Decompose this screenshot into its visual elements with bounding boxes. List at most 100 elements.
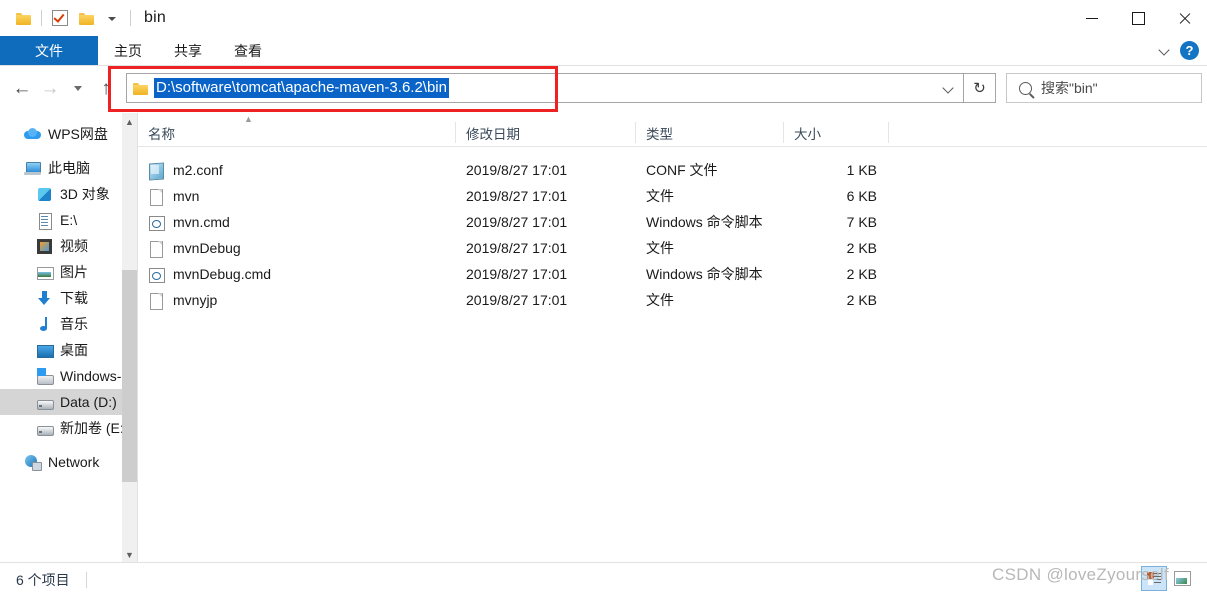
table-row[interactable]: mvn.cmd 2019/8/27 17:01 Windows 命令脚本 7 K… [138,209,1207,235]
file-size: 2 KB [846,292,877,308]
picture-icon [36,264,54,281]
file-name-cell[interactable]: mvnDebug.cmd [138,266,456,283]
drive-icon [36,394,54,411]
table-row[interactable]: mvnDebug 2019/8/27 17:01 文件 2 KB [138,235,1207,261]
sidebar-item-e-drive[interactable]: E:\ [0,207,137,233]
folder-icon [133,82,148,95]
file-size: 2 KB [846,266,877,282]
scroll-down-icon[interactable]: ▼ [122,546,137,563]
sidebar-item-music[interactable]: 音乐 [0,311,137,337]
table-row[interactable]: mvnyjp 2019/8/27 17:01 文件 2 KB [138,287,1207,313]
drive-icon [36,420,54,437]
file-size: 7 KB [846,214,877,230]
watermark: CSDN @loveZyourself [992,565,1169,584]
table-row[interactable]: m2.conf 2019/8/27 17:01 CONF 文件 1 KB [138,157,1207,183]
file-type: 文件 [646,292,674,308]
cmd-script-icon [148,266,165,283]
file-list-pane: ▲ 名称 修改日期 类型 大小 m2.conf 2019/8/27 17:01 … [137,113,1207,563]
table-row[interactable]: mvnDebug.cmd 2019/8/27 17:01 Windows 命令脚… [138,261,1207,287]
column-header-date[interactable]: 修改日期 [456,122,636,143]
help-button[interactable]: ? [1180,41,1199,60]
file-name-cell[interactable]: mvnyjp [138,292,456,310]
forward-button[interactable]: → [36,74,64,102]
scroll-up-icon[interactable]: ▲ [122,113,137,130]
sidebar-item-downloads[interactable]: 下载 [0,285,137,311]
plain-file-icon [148,240,164,258]
file-name: mvnyjp [173,292,218,308]
search-input[interactable]: 搜索"bin" [1041,78,1098,98]
refresh-icon: ↻ [973,80,986,97]
file-name: mvnDebug.cmd [173,266,272,282]
address-dropdown-button[interactable] [937,83,959,94]
sidebar-item-this-pc[interactable]: 此电脑 [0,155,137,181]
sidebar-item-label: 下载 [60,290,88,306]
file-name-cell[interactable]: m2.conf [138,162,456,179]
chevron-down-icon[interactable] [1159,45,1170,56]
sidebar-item-videos[interactable]: 视频 [0,233,137,259]
column-header-type[interactable]: 类型 [636,122,784,143]
windows-drive-icon [36,367,54,385]
large-icons-view-button[interactable] [1169,566,1195,591]
sidebar-item-label: 视频 [60,238,88,254]
chevron-down-icon [943,83,954,94]
sidebar-item-data-d[interactable]: Data (D:) [0,389,137,415]
sidebar-item-new-volume-e[interactable]: 新加卷 (E:) [0,415,137,441]
file-date: 2019/8/27 17:01 [466,266,568,282]
sidebar-scrollbar[interactable]: ▲ ▼ [122,113,137,563]
sidebar-item-label: 图片 [60,264,88,280]
file-name-cell[interactable]: mvn [138,188,456,206]
back-button[interactable]: ← [8,74,36,102]
sidebar-item-windows-drive[interactable]: Windows- [0,363,137,389]
column-header-name[interactable]: 名称 [138,122,456,143]
sidebar-item-network[interactable]: Network [0,449,137,475]
divider [130,10,131,26]
sidebar-item-pictures[interactable]: 图片 [0,259,137,285]
up-button[interactable]: ↑ [92,74,120,102]
maximize-button[interactable] [1115,0,1161,36]
column-header-size[interactable]: 大小 [784,122,889,143]
sidebar-item-3d-objects[interactable]: 3D 对象 [0,181,137,207]
sidebar-item-wps[interactable]: WPS网盘 [0,121,137,147]
file-explorer-window: bin 文件 主页 共享 查看 ? ← → ↑ D:\software\tomc… [0,0,1207,596]
tab-share[interactable]: 共享 [158,36,218,65]
customize-caret-icon[interactable] [99,5,125,31]
column-headers: 名称 修改日期 类型 大小 [138,119,1207,147]
sidebar-item-label: Network [48,454,100,470]
refresh-button[interactable]: ↻ [964,73,996,103]
folder-icon[interactable] [10,5,36,31]
table-row[interactable]: mvn 2019/8/27 17:01 文件 6 KB [138,183,1207,209]
address-bar[interactable]: D:\software\tomcat\apache-maven-3.6.2\bi… [126,73,964,103]
file-name: mvn [173,188,200,204]
plain-file-icon [148,188,164,206]
sidebar-item-label: 新加卷 (E:) [60,420,129,436]
large-icons-view-icon [1173,571,1191,586]
file-type: 文件 [646,188,674,204]
file-name: m2.conf [173,162,223,178]
scroll-thumb[interactable] [122,270,137,482]
file-name-cell[interactable]: mvnDebug [138,240,456,258]
sidebar-item-label: 3D 对象 [60,186,110,202]
recent-locations-button[interactable] [64,74,92,102]
title-bar: bin [0,0,1207,36]
file-date: 2019/8/27 17:01 [466,214,568,230]
tab-home[interactable]: 主页 [98,36,158,65]
file-name-cell[interactable]: mvn.cmd [138,214,456,231]
tab-file[interactable]: 文件 [0,36,98,65]
close-button[interactable] [1161,0,1207,36]
search-box[interactable]: 搜索"bin" [1006,73,1202,103]
new-folder-icon[interactable] [73,5,99,31]
sidebar-item-label: 此电脑 [48,160,90,176]
video-icon [36,238,53,255]
up-arrow-icon: ↑ [101,77,111,99]
forward-arrow-icon: → [40,77,60,99]
tab-view[interactable]: 查看 [218,36,278,65]
quick-access-toolbar [0,5,136,31]
address-input[interactable]: D:\software\tomcat\apache-maven-3.6.2\bi… [154,78,449,98]
minimize-button[interactable] [1069,0,1115,36]
sidebar-item-desktop[interactable]: 桌面 [0,337,137,363]
document-icon [36,212,53,230]
divider [41,10,42,26]
file-size: 1 KB [846,162,877,178]
scroll-track[interactable] [122,130,137,546]
properties-checkbox-icon[interactable] [47,5,73,31]
